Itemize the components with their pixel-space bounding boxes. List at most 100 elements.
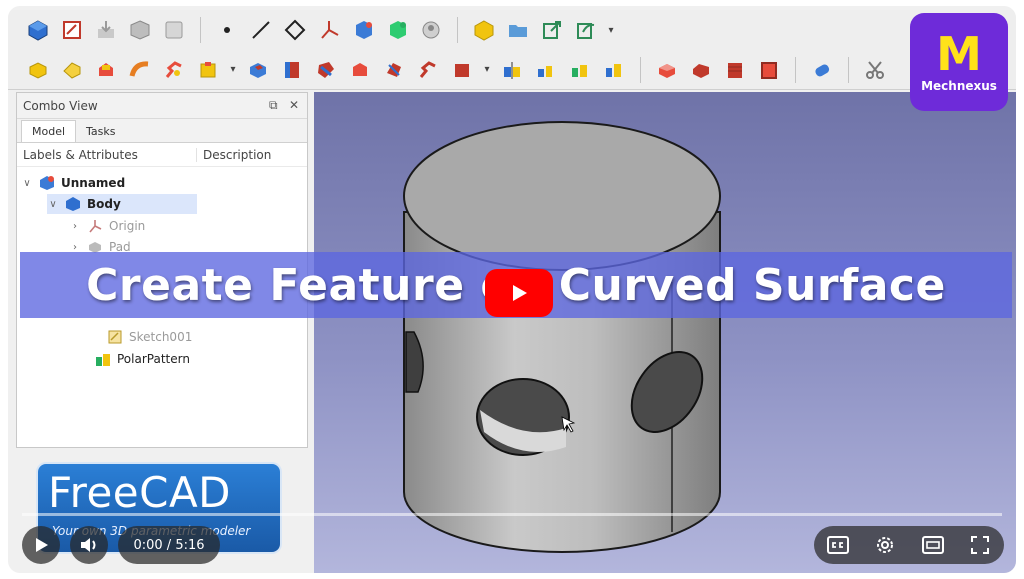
toolbar-separator [457, 17, 458, 43]
axis-icon [89, 220, 102, 233]
close-icon[interactable]: ✕ [289, 98, 299, 112]
loft-icon[interactable] [92, 56, 120, 84]
play-icon [513, 285, 527, 301]
cylinder-model [403, 121, 721, 553]
send-icon[interactable] [572, 16, 600, 44]
combo-view-title: Combo View [23, 98, 98, 113]
group-icon[interactable] [160, 16, 188, 44]
dropdown-caret-icon[interactable]: ▾ [228, 64, 238, 75]
tree-item-label: Origin [109, 219, 146, 233]
pocket-icon[interactable] [244, 56, 272, 84]
part-design-icon[interactable] [24, 16, 52, 44]
body-icon [66, 197, 80, 211]
subtractive-helix-icon[interactable] [414, 56, 442, 84]
combo-view-header: Combo View ⧉ ✕ [17, 93, 307, 119]
toolbar-top: ▾ [8, 10, 1016, 50]
linear-pattern-icon[interactable] [532, 56, 560, 84]
fillet-icon[interactable] [653, 56, 681, 84]
channel-logo-letter: M [936, 27, 982, 81]
play-pause-button[interactable] [22, 526, 60, 564]
progress-bar[interactable] [22, 513, 1002, 516]
material-icon[interactable] [470, 16, 498, 44]
plane-icon[interactable] [281, 16, 309, 44]
chevron-down-icon[interactable]: ∨ [47, 199, 59, 210]
channel-logo-name: Mechnexus [921, 79, 997, 93]
3d-viewport[interactable] [314, 92, 1016, 573]
hole-icon[interactable] [278, 56, 306, 84]
tree-item-polarpattern[interactable]: PolarPattern [95, 349, 190, 369]
toolbar-separator [200, 17, 201, 43]
point-icon[interactable] [213, 16, 241, 44]
undock-icon[interactable]: ⧉ [269, 98, 278, 113]
sketch-icon [108, 330, 122, 344]
toolbar-separator [640, 56, 641, 83]
groove-icon[interactable] [312, 56, 340, 84]
freecad-logo-title: FreeCAD [48, 468, 232, 517]
tree-item-label: Unnamed [61, 176, 126, 190]
import-icon[interactable] [92, 16, 120, 44]
clone-icon[interactable] [417, 16, 445, 44]
tree-item-sketch001[interactable]: Sketch001 [107, 327, 192, 347]
duration: 5:16 [175, 537, 205, 553]
toolbar-separator [848, 56, 849, 83]
subtractive-primitive-icon[interactable] [448, 56, 476, 84]
draft-icon[interactable] [721, 56, 749, 84]
new-sketch-icon[interactable] [58, 16, 86, 44]
fullscreen-icon[interactable] [968, 533, 992, 557]
subtractive-pipe-icon[interactable] [380, 56, 408, 84]
chevron-right-icon[interactable]: › [69, 242, 81, 253]
play-icon [36, 538, 48, 552]
polar-pattern-icon[interactable] [566, 56, 594, 84]
tree-item-origin[interactable]: › Origin [69, 216, 145, 236]
column-header-labels[interactable]: Labels & Attributes [17, 147, 197, 162]
boolean-icon[interactable] [808, 56, 836, 84]
mirror-icon[interactable] [498, 56, 526, 84]
additive-primitive-icon[interactable] [194, 56, 222, 84]
channel-logo[interactable]: M Mechnexus [910, 13, 1008, 111]
settings-icon[interactable] [873, 533, 897, 557]
chevron-right-icon[interactable]: › [69, 221, 81, 232]
large-play-button[interactable] [485, 269, 553, 317]
box-icon[interactable] [126, 16, 154, 44]
axis-icon[interactable] [315, 16, 343, 44]
volume-icon [81, 538, 96, 552]
toolbar-separator [795, 56, 796, 83]
combo-view-tabs: Model Tasks [17, 119, 307, 143]
feature-icon[interactable] [383, 16, 411, 44]
dropdown-caret-icon[interactable]: ▾ [606, 25, 616, 36]
body-icon[interactable] [349, 16, 377, 44]
miniplayer-icon[interactable] [921, 533, 945, 557]
tree-item-body[interactable]: ∨ Body [47, 194, 197, 214]
column-header-description[interactable]: Description [197, 148, 271, 162]
video-player[interactable]: ▾ ▾ ▾ Combo View ⧉ ✕ Model Tasks Labels … [8, 6, 1016, 573]
volume-button[interactable] [70, 526, 108, 564]
dropdown-caret-icon[interactable]: ▾ [482, 64, 492, 75]
chamfer-icon[interactable] [687, 56, 715, 84]
player-controls-right [814, 526, 1004, 564]
tree-item-unnamed[interactable]: ∨ Unnamed [21, 173, 125, 193]
pipe-icon[interactable] [126, 56, 154, 84]
chevron-down-icon[interactable]: ∨ [21, 178, 33, 189]
document-icon [40, 176, 54, 190]
cut-icon[interactable] [861, 56, 889, 84]
tree-item-label: Sketch001 [129, 330, 193, 344]
helix-icon[interactable] [160, 56, 188, 84]
tree-item-label: Body [87, 197, 121, 211]
current-time: 0:00 [133, 537, 163, 553]
line-icon[interactable] [247, 16, 275, 44]
pad-icon[interactable] [24, 56, 52, 84]
revolve-icon[interactable] [58, 56, 86, 84]
tab-model[interactable]: Model [21, 120, 77, 142]
tree-item-label: PolarPattern [117, 352, 190, 366]
polar-pattern-icon [96, 354, 110, 366]
folder-icon[interactable] [504, 16, 532, 44]
export-icon[interactable] [538, 16, 566, 44]
subtractive-loft-icon[interactable] [346, 56, 374, 84]
thickness-icon[interactable] [755, 56, 783, 84]
time-display: 0:00 / 5:16 [118, 526, 220, 564]
multitransform-icon[interactable] [600, 56, 628, 84]
tree-column-headers: Labels & Attributes Description [17, 143, 307, 167]
toolbar-partdesign: ▾ ▾ [8, 50, 1016, 90]
captions-icon[interactable] [826, 533, 850, 557]
tab-tasks[interactable]: Tasks [76, 121, 125, 142]
